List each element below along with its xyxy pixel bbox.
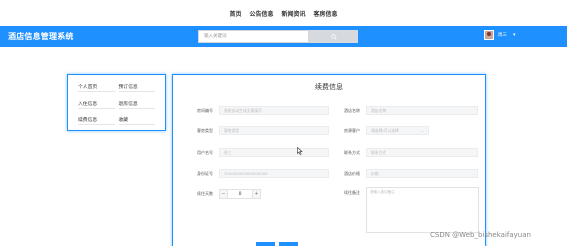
form-action-buttons [256,242,298,246]
field-hotel-name: 酒店名称 酒店名称 [344,106,478,115]
field-label: 身份证号 [197,170,213,176]
submit-button[interactable] [256,242,275,246]
sidebar-menu: 个人首页 预订信息 入住信息 退房信息 续费信息 收藏 [67,74,166,131]
nav-announcements[interactable]: 公告信息 [249,9,273,18]
field-room-guest: 房源客户 请选择/可以选择 ⌄ [344,126,429,135]
nav-rooms[interactable]: 客房信息 [314,9,338,18]
sidebar-item-checkin[interactable]: 入住信息 [78,100,115,109]
nav-home[interactable]: 首页 [229,9,241,18]
sidebar-item-booking[interactable]: 预订信息 [118,83,155,92]
field-label: 房源客户 [344,127,360,133]
field-label: 酒店价格 [344,170,360,176]
field-remark: 续住备注 请输入续住备注 [344,187,479,233]
hotel-name-input[interactable]: 酒店名称 [366,106,478,115]
increment-button[interactable]: + [252,189,261,199]
search-button[interactable] [309,30,358,43]
chevron-down-icon: ⌄ [420,127,424,133]
user-menu[interactable]: 周三 ▾ [484,30,516,40]
field-price: 酒店价格 价格 [344,169,478,178]
field-days: 续住天数 − 0 + [197,189,261,199]
id-number-input[interactable]: 320000000000000000 [219,169,329,178]
sidebar-item-renewal[interactable]: 续费信息 [78,116,115,126]
site-title: 酒店信息管理系统 [8,32,74,41]
watermark: CSDN @Web_bishekaifayuan [430,231,531,239]
sidebar-item-checkout[interactable]: 退房信息 [118,100,155,109]
field-label: 用户名号 [197,149,213,155]
room-guest-select[interactable]: 请选择/可以选择 ⌄ [366,126,429,135]
field-contact: 联系方式 联系方式 [344,148,478,157]
search-icon [330,33,337,40]
header-bar: 酒店信息管理系统 输入关键词 周三 ▾ [0,26,567,47]
select-value: 请选择/可以选择 [371,127,399,133]
search-input[interactable]: 输入关键词 [198,30,309,43]
field-label: 酒店名称 [344,107,360,113]
field-label: 续住天数 [197,191,213,196]
top-navigation: 首页 公告信息 新闻资讯 客房信息 [0,0,567,26]
field-account: 用户名号 张三 [197,148,329,157]
field-label: 联系方式 [344,149,360,155]
field-label: 客房类型 [197,127,213,133]
page: 首页 公告信息 新闻资讯 客房信息 酒店信息管理系统 输入关键词 周三 ▾ 个人… [0,0,567,246]
user-name: 周三 [498,33,507,38]
decrement-button[interactable]: − [219,189,228,199]
account-input[interactable]: 张三 [219,148,329,157]
days-stepper: − 0 + [219,189,261,199]
field-id-number: 身份证号 320000000000000000 [197,169,329,178]
field-room-number: 房间编号 系统自动生成无需填写 [197,106,329,115]
field-label: 房间编号 [197,107,213,113]
field-label: 续住备注 [344,190,360,195]
chevron-down-icon: ▾ [513,32,516,38]
renewal-form-panel: 续费信息 房间编号 系统自动生成无需填写 酒店名称 酒店名称 客房类型 客房类型… [172,74,486,246]
room-number-input[interactable]: 系统自动生成无需填写 [219,106,329,115]
remark-textarea[interactable]: 请输入续住备注 [366,187,479,233]
sidebar-item-profile[interactable]: 个人首页 [78,83,115,92]
avatar [484,30,494,40]
form-title: 续费信息 [315,83,343,91]
room-type-input[interactable]: 客房类型 [219,126,329,135]
cancel-button[interactable] [279,242,298,246]
contact-input[interactable]: 联系方式 [366,148,478,157]
sidebar-item-favorites[interactable]: 收藏 [118,116,155,126]
price-input[interactable]: 价格 [366,169,478,178]
mouse-cursor-icon [297,147,303,155]
nav-news[interactable]: 新闻资讯 [282,9,306,18]
days-value[interactable]: 0 [228,189,252,199]
field-room-type: 客房类型 客房类型 [197,126,329,135]
